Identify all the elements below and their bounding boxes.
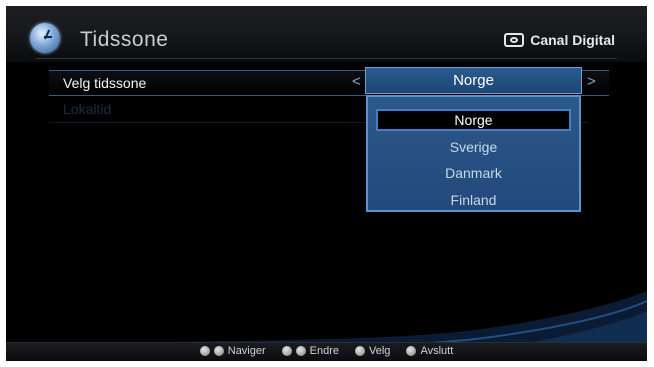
chevron-right-icon[interactable]: > xyxy=(587,73,596,90)
page-title: Tidssone xyxy=(80,28,169,51)
tv-button-icon xyxy=(406,346,417,356)
hint-label: Naviger xyxy=(227,345,266,357)
canal-digital-logo-icon xyxy=(504,33,525,47)
brand-name: Canal Digital xyxy=(530,32,615,48)
menu-row-label: Lokaltid xyxy=(63,101,112,117)
clock-icon xyxy=(30,23,60,53)
chevron-left-icon[interactable]: < xyxy=(352,73,361,90)
left-button-icon xyxy=(281,346,292,356)
hint-velg: Velg xyxy=(355,345,390,357)
dropdown-option[interactable]: Finland xyxy=(376,189,571,211)
brand-logo: Canal Digital xyxy=(504,32,615,48)
hint-label: Velg xyxy=(369,345,391,357)
hint-avslutt: Avslutt xyxy=(406,345,453,357)
dropdown-option[interactable]: Norge xyxy=(376,109,571,131)
down-button-icon xyxy=(213,346,224,356)
dropdown-option[interactable]: Danmark xyxy=(376,162,571,184)
header-divider xyxy=(36,58,617,59)
footer-hints: Naviger Endre Velg Avslutt xyxy=(6,342,647,361)
hint-endre: Endre xyxy=(281,345,340,357)
header: Tidssone Canal Digital xyxy=(6,6,647,62)
tv-screen: Tidssone Canal Digital Velg tidssone < N… xyxy=(6,6,647,361)
dropdown-option[interactable]: Sverige xyxy=(376,136,571,158)
menu-row-label: Velg tidssone xyxy=(63,75,147,91)
up-button-icon xyxy=(199,346,210,356)
timezone-value[interactable]: Norge xyxy=(365,67,582,94)
ok-button-icon xyxy=(355,346,366,356)
hint-label: Avslutt xyxy=(420,345,454,357)
right-button-icon xyxy=(295,346,306,356)
hint-naviger: Naviger xyxy=(199,345,266,357)
hint-label: Endre xyxy=(309,345,340,357)
timezone-dropdown[interactable]: Norge Sverige Danmark Finland xyxy=(366,95,581,212)
